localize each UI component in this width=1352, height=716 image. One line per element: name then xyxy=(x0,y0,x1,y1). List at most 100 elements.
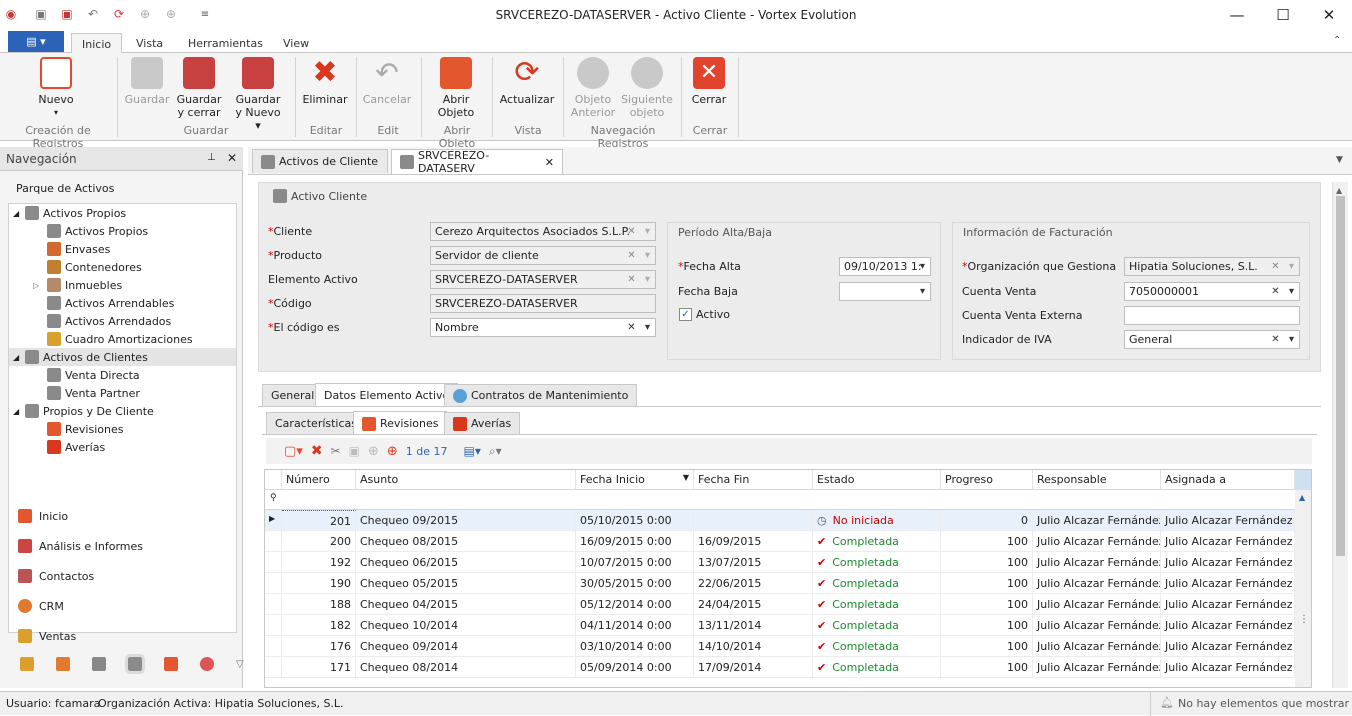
clear-icon[interactable]: ✕ xyxy=(1267,258,1284,275)
cell-numero[interactable]: 192 xyxy=(282,552,356,573)
tree-envases[interactable]: Envases xyxy=(47,240,110,258)
purchases-icon[interactable] xyxy=(20,657,34,671)
new-record-icon[interactable]: ▢▾ xyxy=(284,444,303,459)
cell-fecha-inicio[interactable]: 10/07/2015 0:00 xyxy=(576,552,694,573)
maximize-button[interactable]: ☐ xyxy=(1260,0,1306,30)
tab-averias[interactable]: Averías xyxy=(444,412,521,434)
filter-row[interactable]: ⚲ xyxy=(265,490,1295,510)
cell-fecha-fin[interactable]: 14/10/2014 xyxy=(694,636,813,657)
cell-asunto[interactable]: Chequeo 08/2014 xyxy=(356,657,576,678)
col-fecha-fin[interactable]: Fecha Fin xyxy=(694,470,813,490)
table-row[interactable]: 176 Chequeo 09/2014 03/10/2014 0:00 14/10/2… xyxy=(265,636,1295,657)
pin-icon[interactable]: ⊥ xyxy=(207,152,216,163)
cuenta-venta-externa-field[interactable] xyxy=(1124,306,1300,325)
clear-icon[interactable]: ✕ xyxy=(623,247,640,264)
tree-inmuebles[interactable]: ▷ Inmuebles xyxy=(33,276,122,294)
dropdown-icon[interactable]: ▾ xyxy=(639,271,655,288)
cell-estado[interactable]: ✔ Completada xyxy=(813,615,941,636)
tabs-dropdown-icon[interactable]: ▼ xyxy=(1336,155,1343,165)
tab-vista[interactable]: Vista xyxy=(126,33,173,53)
cerrar-button[interactable]: ✕ Cerrar xyxy=(689,57,729,106)
row-indicator[interactable] xyxy=(265,573,282,594)
activo-checkbox[interactable]: ✓ xyxy=(679,308,692,321)
cell-fecha-inicio[interactable]: 04/11/2014 0:00 xyxy=(576,615,694,636)
tree-venta-directa[interactable]: Venta Directa xyxy=(47,366,140,384)
cell-fecha-fin[interactable]: 17/09/2014 xyxy=(694,657,813,678)
cell-estado[interactable]: ✔ Completada xyxy=(813,657,941,678)
cell-progreso[interactable]: 100 xyxy=(941,594,1033,615)
close-tab-icon[interactable]: ✕ xyxy=(545,156,554,169)
nav-link-contactos[interactable]: Contactos xyxy=(18,569,94,583)
cell-responsable[interactable]: Julio Alcazar Fernández xyxy=(1033,636,1161,657)
copy-icon[interactable]: ▣ xyxy=(349,444,360,458)
cell-fecha-inicio[interactable]: 05/12/2014 0:00 xyxy=(576,594,694,615)
dropdown-icon[interactable]: ▾ xyxy=(639,247,655,264)
table-row[interactable]: 192 Chequeo 06/2015 10/07/2015 0:00 13/07/2… xyxy=(265,552,1295,573)
cell-estado[interactable]: ✔ Completada xyxy=(813,531,941,552)
activo-checkbox-row[interactable]: ✓ Activo xyxy=(679,308,730,321)
cell-asignada[interactable]: Julio Alcazar Fernández xyxy=(1161,657,1295,678)
tab-datos-elemento[interactable]: Datos Elemento Activo xyxy=(315,383,459,407)
cell-responsable[interactable]: Julio Alcazar Fernández xyxy=(1033,615,1161,636)
row-indicator[interactable] xyxy=(265,657,282,678)
tab-inicio[interactable]: Inicio xyxy=(71,33,123,54)
row-indicator[interactable] xyxy=(265,594,282,615)
codigo-es-select[interactable]: Nombre ✕ ▾ xyxy=(430,318,656,337)
tree-cuadro-amortizaciones[interactable]: Cuadro Amortizaciones xyxy=(47,330,193,348)
cell-asignada[interactable]: Julio Alcazar Fernández xyxy=(1161,615,1295,636)
col-responsable[interactable]: Responsable xyxy=(1033,470,1161,490)
col-estado[interactable]: Estado xyxy=(813,470,941,490)
cell-asignada[interactable]: Julio Alcazar Fernández xyxy=(1161,552,1295,573)
cell-numero[interactable]: 176 xyxy=(282,636,356,657)
cancelar-button[interactable]: ↶ Cancelar xyxy=(363,57,412,107)
tree-contenedores[interactable]: Contenedores xyxy=(47,258,142,276)
nav-link-ventas[interactable]: Ventas xyxy=(18,629,76,643)
tree-activos-arrendables[interactable]: Activos Arrendables xyxy=(47,294,174,312)
cell-progreso[interactable]: 100 xyxy=(941,552,1033,573)
tab-caracteristicas[interactable]: Características xyxy=(266,412,367,434)
scroll-up-icon[interactable]: ▲ xyxy=(1299,493,1305,502)
dropdown-icon[interactable]: ▾ xyxy=(914,283,930,300)
cell-fecha-fin[interactable]: 16/09/2015 xyxy=(694,531,813,552)
cell-progreso[interactable]: 100 xyxy=(941,636,1033,657)
dropdown-icon[interactable]: ▾ xyxy=(914,258,930,275)
cell-progreso[interactable]: 0 xyxy=(941,510,1033,531)
cell-fecha-fin[interactable]: 22/06/2015 xyxy=(694,573,813,594)
clear-icon[interactable]: ✕ xyxy=(623,271,640,288)
cell-asunto[interactable]: Chequeo 05/2015 xyxy=(356,573,576,594)
table-row[interactable]: 190 Chequeo 05/2015 30/05/2015 0:00 22/06/2… xyxy=(265,573,1295,594)
cell-fecha-inicio[interactable]: 05/10/2015 0:00 xyxy=(576,510,694,531)
cell-asunto[interactable]: Chequeo 09/2015 xyxy=(356,510,576,531)
tree-revisiones[interactable]: Revisiones xyxy=(47,420,123,438)
col-asunto[interactable]: Asunto xyxy=(356,470,576,490)
cell-fecha-fin[interactable]: 24/04/2015 xyxy=(694,594,813,615)
dropdown-icon[interactable]: ▾ xyxy=(639,223,655,240)
cell-asunto[interactable]: Chequeo 04/2015 xyxy=(356,594,576,615)
scroll-up-icon[interactable]: ▲ xyxy=(1336,186,1342,195)
dropdown-icon[interactable]: ▾ xyxy=(639,319,655,336)
codigo-field[interactable]: SRVCEREZO-DATASERVER xyxy=(430,294,656,313)
tree-activos-arrendados[interactable]: Activos Arrendados xyxy=(47,312,171,330)
expand-icon[interactable]: ◢ xyxy=(13,407,25,416)
collapse-icon[interactable]: ▷ xyxy=(33,281,47,290)
table-row[interactable]: 182 Chequeo 10/2014 04/11/2014 0:00 13/11/2… xyxy=(265,615,1295,636)
collapse-ribbon-icon[interactable]: ⌃ xyxy=(1333,35,1341,46)
dropdown-icon[interactable]: ▾ xyxy=(1283,331,1299,348)
elemento-field[interactable]: SRVCEREZO-DATASERVER ✕ ▾ xyxy=(430,270,656,289)
producto-field[interactable]: Servidor de cliente ✕ ▾ xyxy=(430,246,656,265)
cell-numero[interactable]: 171 xyxy=(282,657,356,678)
cell-asignada[interactable]: Julio Alcazar Fernández xyxy=(1161,573,1295,594)
fecha-alta-field[interactable]: 09/10/2013 1: ▾ xyxy=(839,257,931,276)
cell-progreso[interactable]: 100 xyxy=(941,615,1033,636)
clear-icon[interactable]: ✕ xyxy=(1267,283,1284,300)
cell-fecha-fin[interactable]: 13/11/2014 xyxy=(694,615,813,636)
grid-scrollbar[interactable]: ▲ ⋮ xyxy=(1295,490,1311,687)
cell-asignada[interactable]: Julio Alcazar Fernández xyxy=(1161,636,1295,657)
cell-estado[interactable]: ✔ Completada xyxy=(813,636,941,657)
tree-activos-propios[interactable]: Activos Propios xyxy=(47,222,148,240)
cell-numero[interactable]: 188 xyxy=(282,594,356,615)
row-indicator[interactable] xyxy=(265,615,282,636)
cell-responsable[interactable]: Julio Alcazar Fernández xyxy=(1033,510,1161,531)
cell-asunto[interactable]: Chequeo 10/2014 xyxy=(356,615,576,636)
tree-venta-partner[interactable]: Venta Partner xyxy=(47,384,140,402)
